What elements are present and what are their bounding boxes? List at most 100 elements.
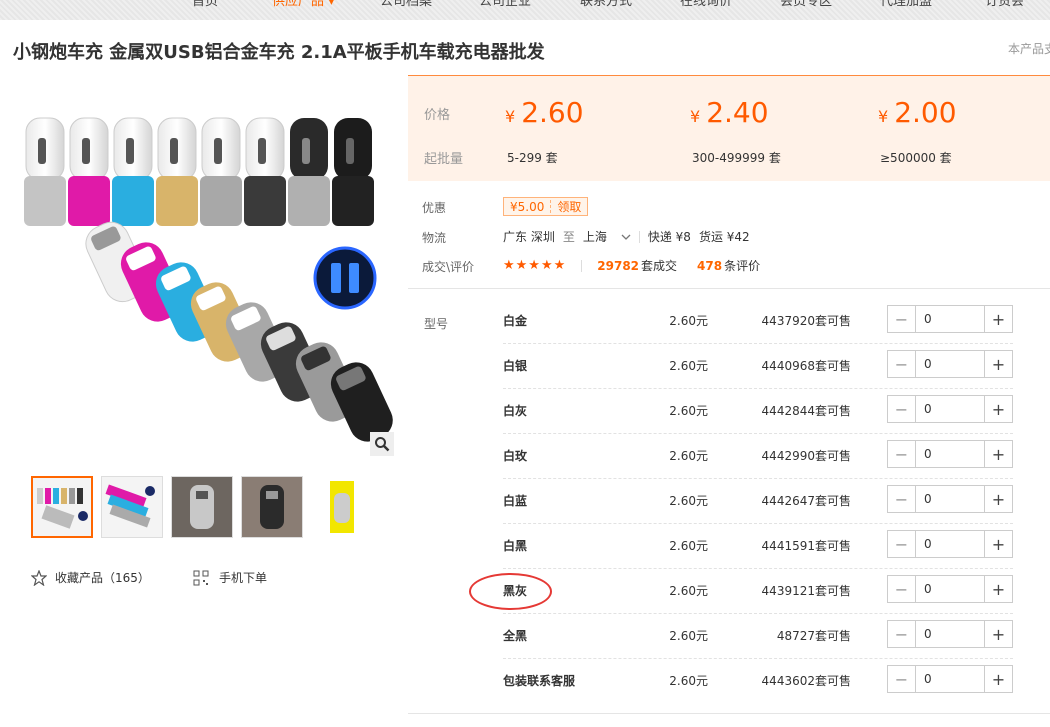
increment-button[interactable]: + <box>984 486 1012 512</box>
decrement-button[interactable]: − <box>888 441 916 467</box>
nav-home[interactable]: 首页 <box>192 0 218 10</box>
nav-agent[interactable]: 代理加盟 <box>880 0 932 10</box>
thumbnail-4[interactable] <box>241 476 303 538</box>
quantity-input[interactable]: 0 <box>916 396 984 422</box>
quantity-input[interactable]: 0 <box>916 531 984 557</box>
tier-price: ¥2.60 <box>505 96 584 129</box>
nav-inquiry[interactable]: 在线询价 <box>680 0 732 10</box>
review-suffix: 条评价 <box>724 259 761 273</box>
nav-company[interactable]: 公司企业 <box>479 0 531 10</box>
chevron-down-icon <box>621 234 631 240</box>
decrement-button[interactable]: − <box>888 396 916 422</box>
tier-price: ¥2.40 <box>690 96 769 129</box>
tier-range: ≥500000 套 <box>880 151 952 165</box>
quantity-stepper: − 0 + <box>887 305 1013 333</box>
ship-to-select[interactable]: 上海 <box>583 228 631 245</box>
sku-name: 白金 <box>503 314 528 328</box>
mobile-order-label: 手机下单 <box>219 571 268 585</box>
nav-member[interactable]: 会员专区 <box>780 0 832 10</box>
quantity-stepper: − 0 + <box>887 620 1013 648</box>
sku-stock: 4441591套可售 <box>761 539 851 553</box>
decrement-button[interactable]: − <box>888 351 916 377</box>
increment-button[interactable]: + <box>984 396 1012 422</box>
coupon-claim-button[interactable]: 领取 <box>551 198 587 215</box>
decrement-button[interactable]: − <box>888 306 916 332</box>
tier-range: 300-499999 套 <box>692 151 781 165</box>
quantity-stepper: − 0 + <box>887 440 1013 468</box>
sku-name: 白灰 <box>503 404 528 418</box>
quantity-input[interactable]: 0 <box>916 576 984 602</box>
sku-price: 2.60元 <box>669 359 708 373</box>
zoom-button[interactable] <box>370 432 394 456</box>
sku-stock: 4442990套可售 <box>761 449 851 463</box>
price-label: 价格 <box>424 108 451 123</box>
sku-price: 2.60元 <box>669 539 708 553</box>
favorite-product[interactable]: 收藏产品（165） <box>31 569 150 586</box>
divider <box>408 713 1050 714</box>
deal-count[interactable]: 29782 <box>597 259 639 273</box>
nav-company-profile[interactable]: 公司档案 <box>380 0 432 10</box>
main-product-image[interactable] <box>20 100 394 460</box>
mobile-order[interactable]: 手机下单 <box>193 569 267 586</box>
logistics-info: 广东 深圳 至 上海 快递 ¥8 货运 ¥42 <box>503 228 750 245</box>
sku-name: 白蓝 <box>503 494 528 508</box>
decrement-button[interactable]: − <box>888 666 916 692</box>
quantity-input[interactable]: 0 <box>916 666 984 692</box>
quantity-input[interactable]: 0 <box>916 306 984 332</box>
sku-label: 型号 <box>424 317 449 331</box>
quantity-stepper: − 0 + <box>887 485 1013 513</box>
quantity-input[interactable]: 0 <box>916 621 984 647</box>
coupon[interactable]: ¥5.00 领取 <box>503 197 589 216</box>
favorite-label: 收藏产品（165） <box>55 571 150 585</box>
divider <box>408 288 1050 289</box>
sku-price: 2.60元 <box>669 494 708 508</box>
nav-products[interactable]: 供应产品 ▾ <box>272 0 335 10</box>
sku-name: 白玫 <box>503 449 528 463</box>
search-icon <box>375 437 390 452</box>
increment-button[interactable]: + <box>984 351 1012 377</box>
thumbnail-2[interactable] <box>101 476 163 538</box>
thumbnail-1[interactable] <box>31 476 93 538</box>
moq-label: 起批量 <box>424 152 464 167</box>
sku-stock: 4439121套可售 <box>761 584 851 598</box>
increment-button[interactable]: + <box>984 531 1012 557</box>
sku-row: 白银 2.60元 4440968套可售 − 0 + <box>503 344 1013 389</box>
sku-stock: 4443602套可售 <box>761 674 851 688</box>
nav-contact[interactable]: 联系方式 <box>580 0 632 10</box>
sku-row: 白蓝 2.60元 4442647套可售 − 0 + <box>503 479 1013 524</box>
increment-button[interactable]: + <box>984 666 1012 692</box>
sku-row: 黑灰 2.60元 4439121套可售 − 0 + <box>503 569 1013 614</box>
decrement-button[interactable]: − <box>888 531 916 557</box>
sku-price: 2.60元 <box>669 629 708 643</box>
quantity-stepper: − 0 + <box>887 350 1013 378</box>
thumbnail-5[interactable] <box>311 476 373 538</box>
sku-name: 白银 <box>503 359 528 373</box>
quantity-input[interactable]: 0 <box>916 441 984 467</box>
offer-label: 优惠 <box>422 201 447 215</box>
increment-button[interactable]: + <box>984 441 1012 467</box>
sku-price: 2.60元 <box>669 404 708 418</box>
price-panel: 价格 起批量 ¥2.60 ¥2.40 ¥2.00 5-299 套 300-499… <box>408 75 1050 181</box>
increment-button[interactable]: + <box>984 621 1012 647</box>
increment-button[interactable]: + <box>984 576 1012 602</box>
quantity-stepper: − 0 + <box>887 395 1013 423</box>
top-nav: 首页 供应产品 ▾ 公司档案 公司企业 联系方式 在线询价 会员专区 代理加盟 … <box>0 0 1050 20</box>
deals-info: ★★★★★ 29782 套成交 478 条评价 <box>503 257 760 274</box>
sku-row: 白金 2.60元 4437920套可售 − 0 + <box>503 299 1013 344</box>
logistics-label: 物流 <box>422 231 447 245</box>
quantity-input[interactable]: 0 <box>916 351 984 377</box>
quantity-input[interactable]: 0 <box>916 486 984 512</box>
decrement-button[interactable]: − <box>888 576 916 602</box>
qr-code-icon <box>193 570 209 585</box>
review-count[interactable]: 478 <box>697 259 722 273</box>
ship-from: 广东 深圳 <box>503 230 555 244</box>
sku-price: 2.60元 <box>669 674 708 688</box>
sku-row: 全黑 2.60元 48727套可售 − 0 + <box>503 614 1013 659</box>
thumbnail-3[interactable] <box>171 476 233 538</box>
decrement-button[interactable]: − <box>888 486 916 512</box>
sku-name: 全黑 <box>503 629 528 643</box>
sku-row: 白玫 2.60元 4442990套可售 − 0 + <box>503 434 1013 479</box>
nav-order-fair[interactable]: 订货会 <box>985 0 1024 10</box>
increment-button[interactable]: + <box>984 306 1012 332</box>
decrement-button[interactable]: − <box>888 621 916 647</box>
